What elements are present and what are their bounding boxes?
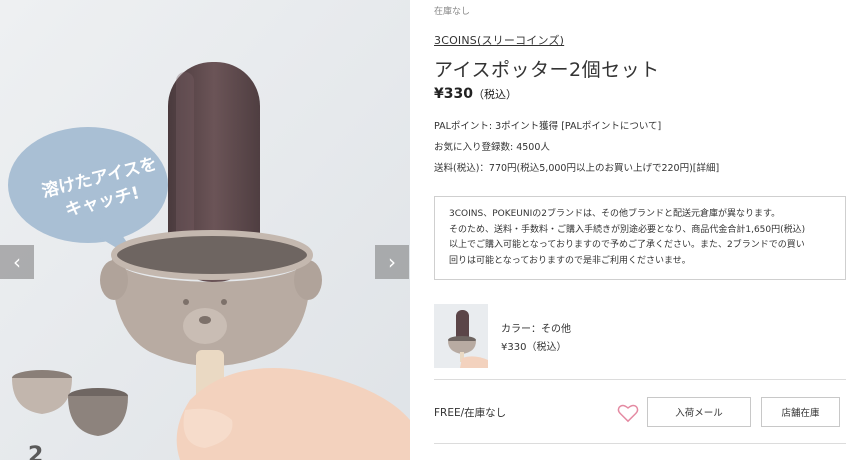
product-title: アイスポッター2個セット <box>434 59 660 81</box>
shipping-details-link[interactable]: [詳細] <box>693 163 719 174</box>
stock-indicator-top: 在庫なし <box>434 7 471 17</box>
product-price: ¥330（税込） <box>434 86 517 102</box>
gallery-prev-button[interactable]: ‹ <box>0 245 34 279</box>
gallery-next-button[interactable]: › <box>375 245 409 279</box>
pal-points: PALポイント: 3ポイント獲得 [PALポイントについて] <box>434 118 661 132</box>
pal-points-text: PALポイント: 3ポイント獲得 <box>434 121 562 132</box>
variant-price: ¥330（税込） <box>501 342 567 353</box>
brand-link[interactable]: 3COINS(スリーコインズ) <box>434 32 564 48</box>
divider <box>434 443 846 444</box>
divider <box>434 379 846 380</box>
variant-color-label: カラー：その他 <box>501 324 571 335</box>
stock-status: FREE/在庫なし <box>434 407 507 419</box>
notice-line: 回りは可能となっておりますので是非ご利用くださいませ。 <box>449 255 691 266</box>
variant-thumbnail[interactable] <box>434 304 488 368</box>
price-tax-label: （税込） <box>472 88 517 101</box>
product-image-gallery[interactable]: 溶けたアイスを キャッチ! 2 ‹ › <box>0 0 410 460</box>
product-photo: 溶けたアイスを キャッチ! 2 <box>0 0 410 460</box>
favorites-count: お気に入り登録数: 4500人 <box>434 142 550 153</box>
variant-thumbnail-image <box>434 304 488 368</box>
notice-line: 3COINS、POKEUNIの2ブランドは、その他ブランドと配送元倉庫が異なりま… <box>449 209 781 219</box>
shipping-text: 送料(税込)：770円(税込5,000円以上のお買い上げで220円) <box>434 163 693 174</box>
heart-icon[interactable] <box>617 403 639 423</box>
notice-line: 以上でご購入可能となっておりますので予めご了承ください。また、2ブランドでの買い <box>449 240 805 250</box>
brand-shipping-notice: 3COINS、POKEUNIの2ブランドは、その他ブランドと配送元倉庫が異なりま… <box>434 196 846 280</box>
arrival-mail-button[interactable]: 入荷メール <box>647 397 751 427</box>
notice-line: そのため、送料・手数料・ご購入手続きが別途必要となり、商品代金合計1,650円(… <box>449 224 806 235</box>
price-value: ¥330 <box>434 86 473 102</box>
shipping-info: 送料(税込)：770円(税込5,000円以上のお買い上げで220円)[詳細] <box>434 160 719 174</box>
badge-number: 2 <box>28 443 43 460</box>
pal-points-link[interactable]: [PALポイントについて] <box>561 121 661 132</box>
chevron-right-icon: › <box>388 250 396 274</box>
chevron-left-icon: ‹ <box>13 250 21 274</box>
store-stock-button[interactable]: 店舗在庫 <box>761 397 840 427</box>
